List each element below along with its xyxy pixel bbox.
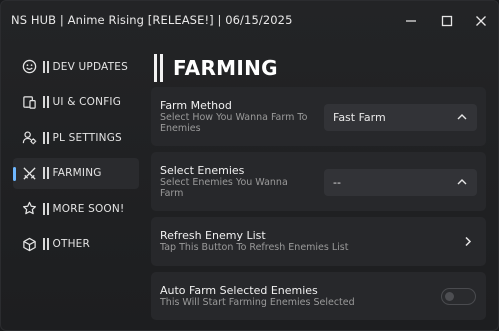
separator — [43, 202, 45, 215]
minimize-icon — [406, 20, 416, 22]
devices-icon — [21, 94, 37, 110]
header-bar — [160, 54, 163, 82]
farm-method-description: Select How You Wanna Farm To Enemies — [160, 112, 308, 134]
refresh-enemy-list-title: Refresh Enemy List — [160, 229, 266, 242]
close-icon — [476, 16, 486, 26]
crossed-swords-icon — [21, 165, 37, 181]
user-settings-icon — [21, 130, 37, 146]
refresh-enemy-list-button[interactable]: Refresh Enemy List Tap This Button To Re… — [151, 217, 486, 266]
star-icon — [21, 201, 37, 217]
active-indicator — [13, 166, 16, 181]
select-enemies-card: Select Enemies Select Enemies You Wanna … — [151, 152, 486, 211]
separator — [43, 167, 45, 179]
sidebar-item-farming[interactable]: FARMING — [13, 157, 139, 189]
sidebar: DEV UPDATES UI & CONFIG PL SETTINGS FARM… — [13, 51, 139, 264]
separator — [43, 96, 45, 108]
separator — [46, 238, 49, 250]
chevron-up-icon — [457, 179, 467, 185]
sidebar-item-ui-config[interactable]: UI & CONFIG — [13, 87, 139, 118]
chevron-right-icon — [465, 236, 472, 247]
auto-farm-toggle[interactable] — [441, 288, 476, 305]
page-title: FARMING — [173, 56, 278, 80]
app-window: NS HUB | Anime Rising [RELEASE!] | 06/15… — [0, 0, 499, 331]
window-title: NS HUB | Anime Rising [RELEASE!] | 06/15… — [11, 13, 293, 27]
sidebar-item-label: OTHER — [52, 238, 91, 250]
separator — [46, 131, 49, 144]
separator — [46, 167, 49, 179]
separator — [46, 202, 49, 215]
select-enemies-dropdown[interactable]: -- — [324, 169, 477, 196]
sidebar-item-dev-updates[interactable]: DEV UPDATES — [13, 51, 139, 82]
farm-method-card: Farm Method Select How You Wanna Farm To… — [151, 87, 486, 146]
sidebar-item-pl-settings[interactable]: PL SETTINGS — [13, 122, 139, 153]
header-bar — [154, 54, 157, 82]
sidebar-item-label: UI & CONFIG — [52, 96, 122, 108]
section-header: FARMING — [154, 54, 278, 82]
chevron-up-icon — [457, 114, 467, 120]
sidebar-item-label: MORE SOON! — [52, 202, 125, 215]
maximize-button[interactable] — [437, 11, 457, 31]
smiley-icon — [21, 59, 37, 75]
minimize-button[interactable] — [401, 11, 421, 31]
auto-farm-description: This Will Start Farming Enemies Selected — [160, 297, 355, 308]
sidebar-item-other[interactable]: OTHER — [13, 229, 139, 260]
select-enemies-description: Select Enemies You Wanna Farm — [160, 177, 288, 199]
toggle-knob — [445, 292, 454, 301]
separator — [46, 60, 49, 73]
sidebar-item-label: FARMING — [52, 167, 102, 179]
sidebar-item-label: DEV UPDATES — [52, 60, 128, 73]
refresh-enemy-list-description: Tap This Button To Refresh Enemies List — [160, 242, 349, 253]
separator — [43, 60, 45, 73]
maximize-icon — [441, 15, 453, 27]
separator — [46, 96, 49, 108]
title-bar[interactable]: NS HUB | Anime Rising [RELEASE!] | 06/15… — [1, 1, 498, 41]
close-button[interactable] — [471, 11, 491, 31]
sidebar-item-label: PL SETTINGS — [52, 131, 122, 144]
separator — [43, 238, 45, 250]
sidebar-item-more-soon[interactable]: MORE SOON! — [13, 193, 139, 224]
select-enemies-value: -- — [333, 176, 341, 189]
farm-method-value: Fast Farm — [333, 111, 386, 124]
select-enemies-title: Select Enemies — [160, 164, 245, 177]
farm-method-title: Farm Method — [160, 99, 232, 112]
auto-farm-card: Auto Farm Selected Enemies This Will Sta… — [151, 272, 486, 320]
separator — [43, 131, 45, 144]
auto-farm-title: Auto Farm Selected Enemies — [160, 284, 318, 297]
cube-icon — [21, 236, 37, 252]
farm-method-dropdown[interactable]: Fast Farm — [324, 104, 477, 131]
